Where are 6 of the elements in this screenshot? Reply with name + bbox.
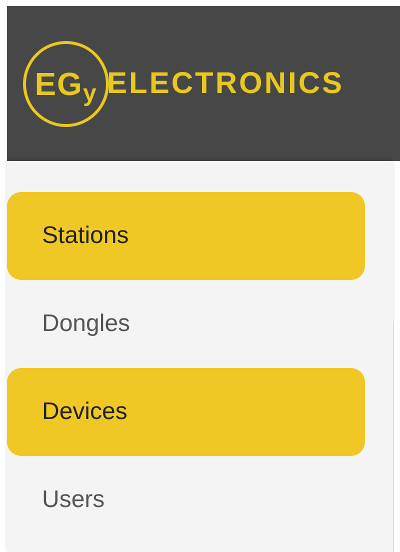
logo-text: ELECTRONICS	[107, 66, 344, 102]
sidebar-item[interactable]: Devices	[7, 368, 365, 456]
sidebar-item[interactable]: Users	[7, 456, 365, 544]
sidebar-item[interactable]: Stations	[7, 192, 365, 280]
sidebar-item[interactable]: Dongles	[7, 280, 365, 368]
logo-badge: EG$_{y}$	[23, 40, 109, 126]
